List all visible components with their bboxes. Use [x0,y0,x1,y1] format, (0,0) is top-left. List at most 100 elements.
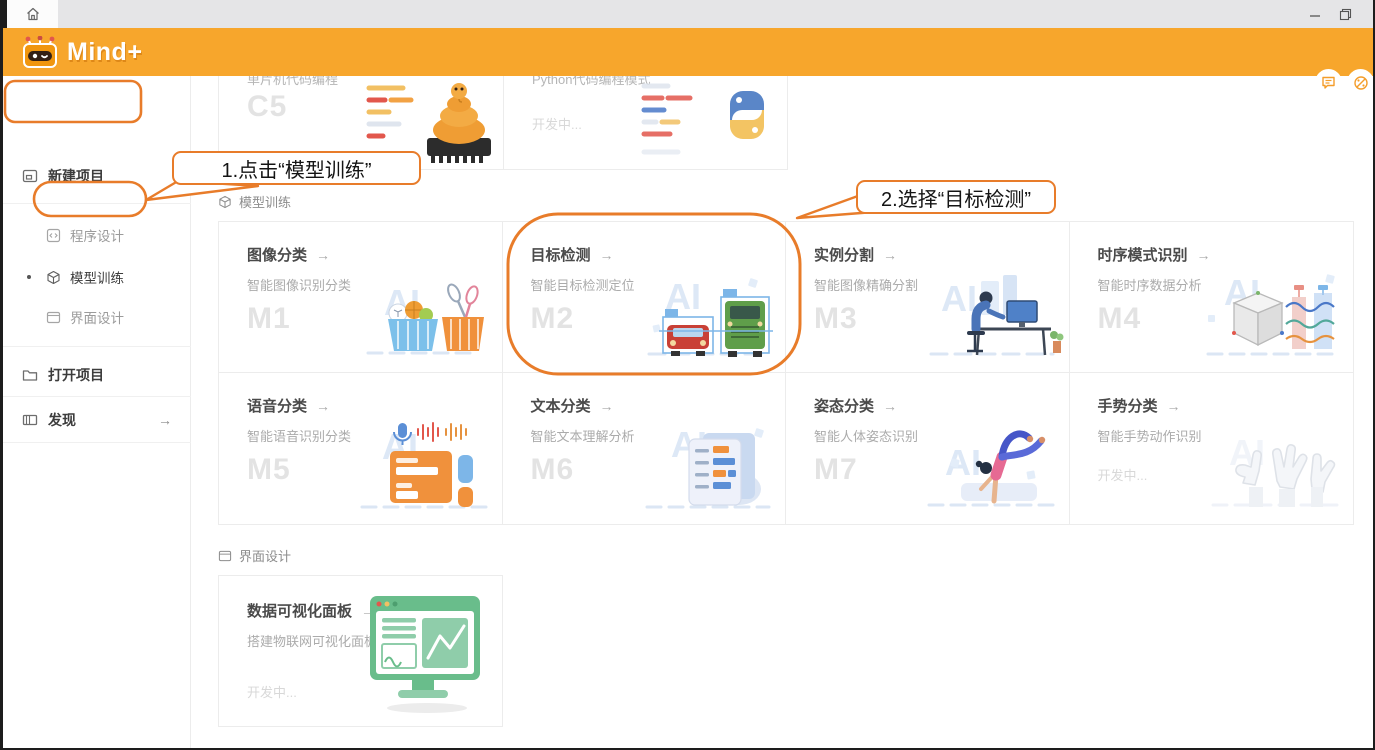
card-title: 图像分类 [247,247,307,264]
cube-icon [46,270,61,285]
mindplus-logo: Mind+ [21,36,142,69]
card-instance-segmentation[interactable]: 实例分割→ 智能图像精确分割 M3 AI [786,222,1070,373]
section-label: 模型训练 [239,192,291,211]
minimize-button[interactable] [1300,0,1330,28]
card-watermark: M2 [531,302,575,336]
card-watermark: M6 [531,453,575,487]
card-timeseries-recognition[interactable]: 时序模式识别 → 智能时序数据分析 M4 AI [1070,222,1354,373]
sidebar-item-open-project[interactable]: 打开项目 [22,365,104,385]
annotation-step1-text: 1.点击“模型训练” [222,154,372,183]
sidebar-item-program-design[interactable]: 程序设计 [46,225,124,245]
arrow-icon: → [316,247,330,263]
card-watermark: M4 [1098,302,1142,336]
language-globe-icon [1353,75,1369,91]
section-label: 界面设计 [239,546,291,565]
sidebar-item-label: 新建项目 [48,166,104,186]
arrow-icon: → [600,247,614,263]
card-status: 开发中... [532,114,582,133]
model-cards-grid: 图像分类→ 智能图像识别分类 M1 AI 目标检测→ 智能目 [218,221,1354,525]
cube-icon [218,195,232,209]
card-title: 数据可视化面板 [247,603,352,620]
arrow-icon: → [883,398,897,414]
app-header: Mind+ [3,28,1373,76]
code-icon [46,228,61,243]
restore-button[interactable] [1330,0,1360,28]
card-watermark: M1 [247,302,291,336]
image-classification-illustration: AI [348,267,498,362]
home-tab[interactable] [7,0,58,28]
sidebar-item-discover[interactable]: 发现 → [22,410,172,430]
card-status: 开发中... [1098,465,1148,484]
card-audio-classification[interactable]: 语音分类→ 智能语音识别分类 M5 AI [219,373,503,524]
card-title: 时序模式识别 [1098,247,1188,264]
python-illustration [634,76,784,168]
card-subtitle: 搭建物联网可视化面板 [247,631,377,650]
card-watermark: C5 [247,90,287,124]
card-subtitle: Python代码编程模式 [532,76,650,88]
home-icon [25,6,41,22]
card-gesture-classification[interactable]: 手势分类→ 智能手势动作识别 开发中... AI [1070,373,1354,524]
card-data-visualization[interactable]: 数据可视化面板→ 搭建物联网可视化面板 开发中... [218,575,503,727]
card-title: 姿态分类 [814,398,874,415]
restore-icon [1339,8,1352,21]
card-title: 文本分类 [531,398,591,415]
discover-icon [22,412,38,428]
sidebar-item-ui-design[interactable]: 界面设计 [46,307,124,327]
divider [3,442,191,443]
card-python-programming[interactable]: Python代码编程模式 开发中... [504,76,789,170]
card-subtitle: 智能目标检测定位 [531,275,635,294]
card-title: 实例分割 [814,247,874,264]
robot-logo-icon [21,36,59,69]
arrow-icon: → [1197,247,1211,263]
title-bar [0,0,1375,28]
card-subtitle: 智能时序数据分析 [1098,275,1202,294]
layout-icon [218,549,232,563]
section-header-model-training: 模型训练 [218,192,291,211]
sidebar-item-label: 界面设计 [70,307,124,327]
card-watermark: M3 [814,302,858,336]
arrow-icon: → [600,398,614,414]
data-visualization-illustration [368,594,486,716]
divider [3,346,191,347]
card-subtitle: 智能手势动作识别 [1098,426,1202,445]
card-subtitle: 智能人体姿态识别 [814,426,918,445]
sidebar-item-new-project[interactable]: 新建项目 [22,166,104,186]
logo-text: Mind+ [67,38,142,67]
divider [3,396,191,397]
card-image-classification[interactable]: 图像分类 → 智能图像识别分类 M1 AI [219,222,503,373]
audio-classification-illustration: AI [348,419,498,514]
arrow-icon: → [883,247,897,263]
window-edge-left [0,0,3,750]
card-title: 语音分类 [247,398,307,415]
feedback-button[interactable] [1315,69,1342,96]
pose-classification-illustration: AI [915,419,1065,514]
object-detection-illustration: AI [631,267,781,362]
divider [3,203,191,204]
card-watermark: M7 [814,453,858,487]
card-title: 目标检测 [531,247,591,264]
gesture-classification-illustration: AI [1199,419,1349,514]
card-object-detection[interactable]: 目标检测 → 智能目标检测定位 M2 AI [503,222,787,373]
svg-text:AI: AI [945,442,981,483]
sidebar-item-label: 模型训练 [70,267,124,287]
arrow-icon: → [1167,398,1181,414]
mindplus-window: Mind+ 新建项目 [0,0,1375,750]
sidebar-item-label: 发现 [48,410,76,430]
annotation-step1: 1.点击“模型训练” [172,151,421,185]
annotation-step2: 2.选择“目标检测” [856,180,1056,214]
annotation-step2-text: 2.选择“目标检测” [881,183,1031,212]
timeseries-illustration: AI [1194,267,1349,362]
card-subtitle: 智能图像识别分类 [247,275,351,294]
card-subtitle: 智能文本理解分析 [531,426,635,445]
sidebar-item-model-training[interactable]: 模型训练 [46,267,124,287]
card-text-classification[interactable]: 文本分类→ 智能文本理解分析 M6 AI [503,373,787,524]
sidebar: 新建项目 程序设计 模型训练 界面设计 [3,76,191,748]
svg-text:AI: AI [941,278,977,319]
card-pose-classification[interactable]: 姿态分类 → 智能人体姿态识别 M7 AI [786,373,1070,524]
chevron-right-icon: → [158,412,172,428]
feedback-bubble-icon [1321,75,1336,90]
minimize-icon [1309,8,1321,20]
language-button[interactable] [1347,69,1374,96]
card-subtitle: 单片机代码编程 [247,76,338,88]
layout-icon [46,310,61,325]
